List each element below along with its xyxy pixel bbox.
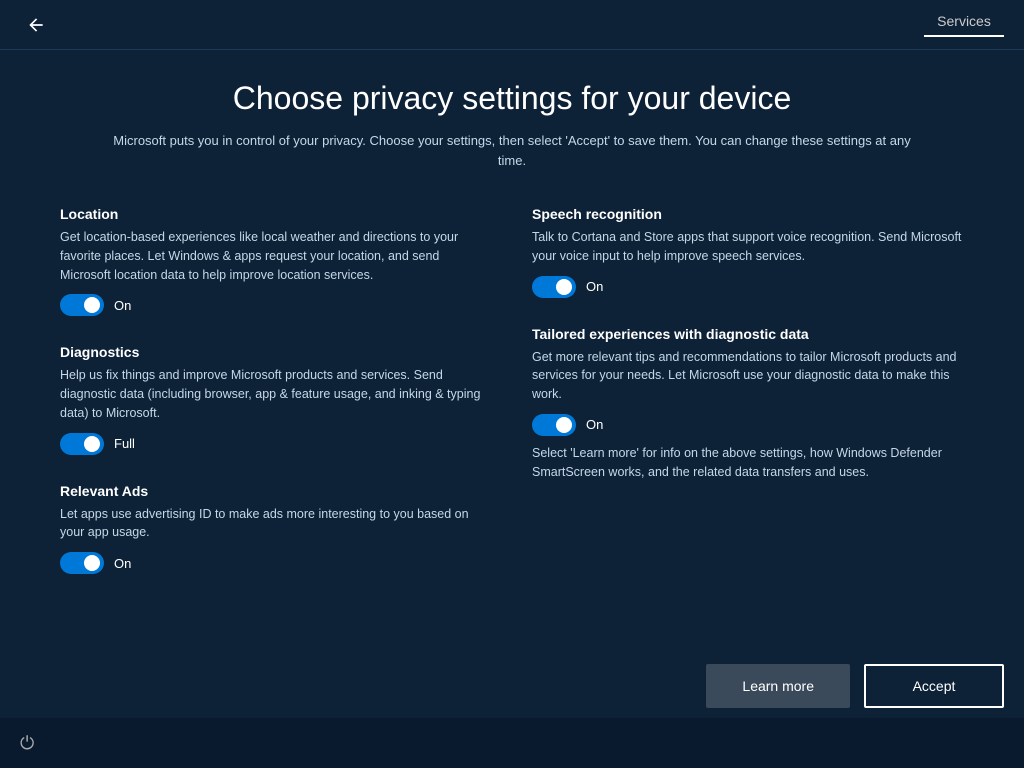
tailored-experiences-toggle[interactable]	[532, 414, 576, 436]
top-bar: Services	[0, 0, 1024, 50]
diagnostics-toggle-row: Full	[60, 433, 492, 455]
accept-button[interactable]: Accept	[864, 664, 1004, 708]
tailored-experiences-title: Tailored experiences with diagnostic dat…	[532, 326, 964, 342]
tailored-experiences-toggle-row: On	[532, 414, 964, 436]
location-toggle[interactable]	[60, 294, 104, 316]
setting-relevant-ads: Relevant Ads Let apps use advertising ID…	[60, 483, 492, 575]
setting-location: Location Get location-based experiences …	[60, 206, 492, 316]
back-button[interactable]	[20, 9, 52, 41]
speech-recognition-title: Speech recognition	[532, 206, 964, 222]
relevant-ads-toggle[interactable]	[60, 552, 104, 574]
bottom-bar: ⏻	[0, 718, 1024, 768]
setting-speech-recognition: Speech recognition Talk to Cortana and S…	[532, 206, 964, 298]
speech-recognition-toggle-label: On	[586, 279, 603, 294]
diagnostics-toggle[interactable]	[60, 433, 104, 455]
setting-tailored-experiences: Tailored experiences with diagnostic dat…	[532, 326, 964, 482]
services-label: Services	[937, 13, 991, 35]
location-title: Location	[60, 206, 492, 222]
main-content: Choose privacy settings for your device …	[0, 50, 1024, 718]
services-tab: Services	[924, 13, 1004, 37]
tailored-experiences-toggle-label: On	[586, 417, 603, 432]
learn-more-button[interactable]: Learn more	[706, 664, 850, 708]
location-toggle-label: On	[114, 298, 131, 313]
relevant-ads-toggle-label: On	[114, 556, 131, 571]
action-buttons: Learn more Accept	[706, 664, 1004, 708]
speech-recognition-toggle-row: On	[532, 276, 964, 298]
relevant-ads-title: Relevant Ads	[60, 483, 492, 499]
left-column: Location Get location-based experiences …	[60, 206, 492, 602]
diagnostics-desc: Help us fix things and improve Microsoft…	[60, 366, 492, 422]
power-icon[interactable]: ⏻	[20, 733, 34, 754]
speech-recognition-toggle[interactable]	[532, 276, 576, 298]
page-title: Choose privacy settings for your device	[60, 80, 964, 117]
back-icon	[26, 15, 46, 35]
speech-recognition-desc: Talk to Cortana and Store apps that supp…	[532, 228, 964, 266]
right-column: Speech recognition Talk to Cortana and S…	[532, 206, 964, 602]
tailored-experiences-info: Select 'Learn more' for info on the abov…	[532, 444, 964, 482]
location-toggle-row: On	[60, 294, 492, 316]
relevant-ads-desc: Let apps use advertising ID to make ads …	[60, 505, 492, 543]
diagnostics-toggle-label: Full	[114, 436, 135, 451]
tailored-experiences-desc: Get more relevant tips and recommendatio…	[532, 348, 964, 404]
settings-grid: Location Get location-based experiences …	[60, 206, 964, 602]
services-underline	[924, 35, 1004, 37]
setting-diagnostics: Diagnostics Help us fix things and impro…	[60, 344, 492, 454]
diagnostics-title: Diagnostics	[60, 344, 492, 360]
location-desc: Get location-based experiences like loca…	[60, 228, 492, 284]
relevant-ads-toggle-row: On	[60, 552, 492, 574]
page-subtitle: Microsoft puts you in control of your pr…	[102, 131, 922, 170]
